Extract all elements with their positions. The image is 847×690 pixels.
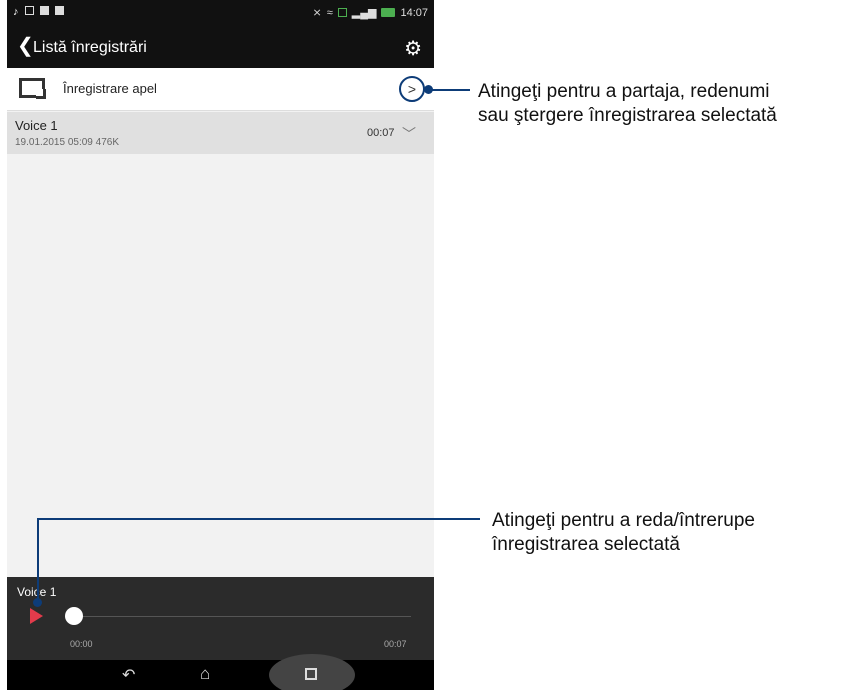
recording-title: Voice 1 [15,118,58,133]
play-icon[interactable] [30,608,43,624]
audio-player: Voice 1 00:00 00:07 [7,577,434,660]
seek-track[interactable] [75,616,411,617]
nav-recent-icon[interactable] [305,668,317,680]
callout-share-text: Atingeţi pentru a partaja, redenumi sau … [478,81,777,126]
callout-line-play-vertical [37,518,39,604]
phone-screen: ♪ ⨯ ≈ ▂▄▆ 14:07 ❮ Listă înregistrări ⚙ Î… [7,0,434,690]
call-folder-icon [19,78,46,99]
signal-icon: ▂▄▆ [351,7,377,19]
status-bar: ♪ ⨯ ≈ ▂▄▆ 14:07 [7,0,434,28]
calendar-icon [24,6,34,15]
system-icons: ⨯ ≈ ▂▄▆ 14:07 [312,6,428,20]
seek-handle[interactable] [65,607,83,625]
chevron-right-icon[interactable]: > [399,76,425,102]
music-icon: ♪ [13,6,19,18]
callout-line-share [428,89,470,91]
callout-share: Atingeţi pentru a partaja, redenumi sau … [478,80,777,128]
recording-meta: 19.01.2015 05:09 476K [15,137,119,148]
doc-icon [39,6,49,15]
app-bar: ❮ Listă înregistrări ⚙ [7,28,434,68]
clock: 14:07 [400,6,428,19]
sim-icon [337,8,347,17]
callout-dot-play [33,598,42,607]
elapsed-time: 00:00 [70,639,93,649]
battery-icon [381,8,396,17]
callout-dot-share [424,85,433,94]
gallery-icon [54,6,64,15]
callout-line-play-horizontal [38,518,480,520]
gear-icon[interactable]: ⚙ [404,36,422,61]
wifi-icon: ≈ [326,6,333,19]
callout-play: Atingeţi pentru a reda/întrerupe înregis… [492,509,755,557]
page-title: Listă înregistrări [33,39,147,56]
back-icon[interactable]: ❮ [17,36,34,56]
nav-back-icon[interactable]: ↶ [122,665,135,685]
call-recording-folder-row[interactable]: Înregistrare apel > [7,68,434,111]
total-time: 00:07 [384,639,407,649]
mute-icon: ⨯ [312,7,322,19]
chevron-down-icon[interactable]: ﹀ [402,124,416,144]
navigation-bar: ↶ ⌂ [7,654,434,690]
folder-label: Înregistrare apel [63,81,157,96]
nav-home-icon[interactable]: ⌂ [200,664,210,684]
list-item[interactable]: Voice 1 19.01.2015 05:09 476K 00:07 ﹀ [7,112,434,154]
recording-duration: 00:07 [367,127,395,139]
callout-play-text: Atingeţi pentru a reda/întrerupe înregis… [492,510,756,555]
notification-icons: ♪ [13,6,64,18]
